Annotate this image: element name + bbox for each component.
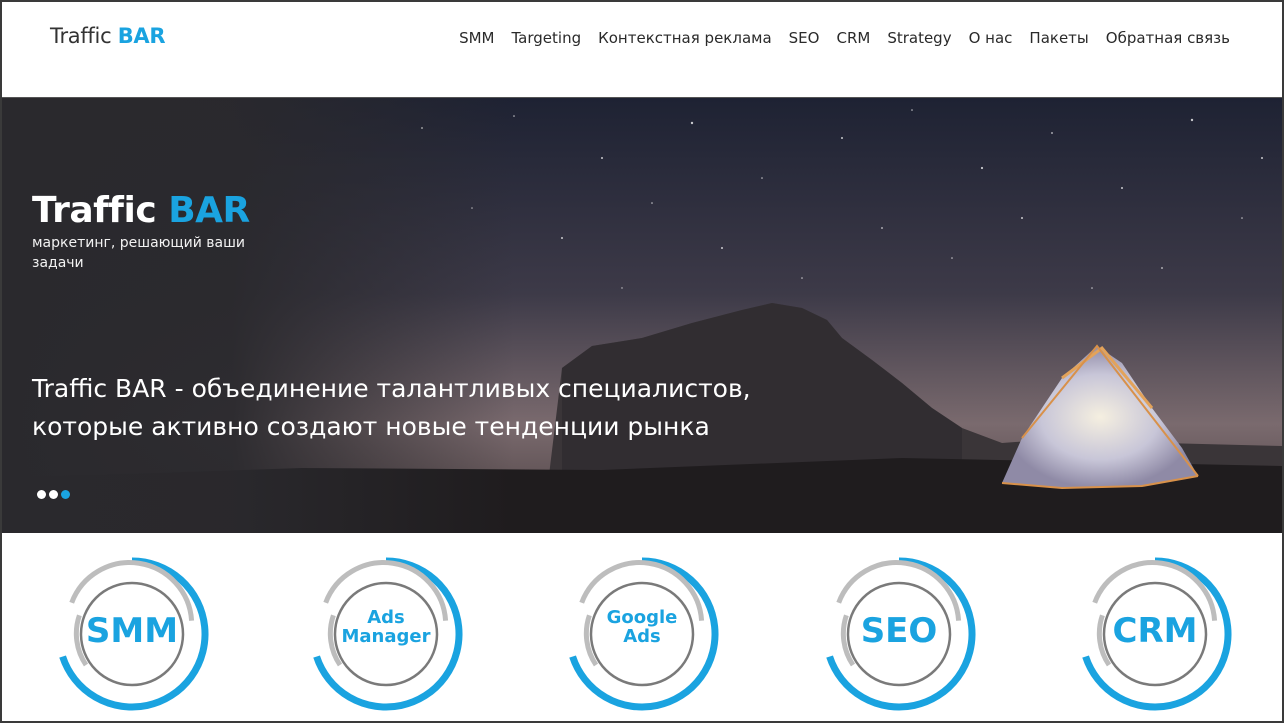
- service-crm[interactable]: CRM: [1075, 554, 1235, 714]
- service-label-line1: CRM: [1112, 611, 1198, 651]
- hero-title: Traffic BAR: [32, 190, 250, 231]
- slider-dot-2[interactable]: [49, 490, 58, 499]
- slider-dot-3[interactable]: [61, 490, 70, 499]
- service-label: Google Ads: [562, 608, 722, 646]
- service-ads-manager[interactable]: Ads Manager: [306, 554, 466, 714]
- nav-item-smm[interactable]: SMM: [459, 29, 494, 47]
- nav-item-packages[interactable]: Пакеты: [1029, 29, 1088, 47]
- services-section: SMM Ads Manager Google Ads SEO CRM: [2, 534, 1282, 721]
- service-label: SMM: [52, 611, 212, 651]
- nav-item-crm[interactable]: CRM: [836, 29, 870, 47]
- hero-title-text: Traffic: [32, 190, 157, 231]
- logo-text: Traffic: [50, 24, 112, 48]
- service-label-line1: SEO: [860, 611, 938, 651]
- service-label-line2: Manager: [341, 626, 431, 647]
- service-label-line1: SMM: [85, 611, 179, 651]
- service-label-line1: Google: [606, 607, 678, 628]
- nav-item-context-ads[interactable]: Контекстная реклама: [598, 29, 772, 47]
- hero-background-image: [2, 98, 1282, 533]
- service-label-line2: Ads: [623, 626, 661, 647]
- hero-subtitle: маркетинг, решающий ваши задачи: [32, 235, 246, 271]
- logo-accent: BAR: [117, 24, 166, 48]
- site-logo[interactable]: Traffic BAR: [50, 24, 166, 48]
- slider-dot-1[interactable]: [37, 490, 46, 499]
- site-header: Traffic BAR SMM Targeting Контекстная ре…: [2, 2, 1282, 98]
- slider-dots: [37, 490, 70, 499]
- nav-item-strategy[interactable]: Strategy: [887, 29, 951, 47]
- nav-item-about[interactable]: О нас: [969, 29, 1013, 47]
- nav-item-feedback[interactable]: Обратная связь: [1106, 29, 1230, 47]
- service-label: SEO: [819, 611, 979, 651]
- service-smm[interactable]: SMM: [52, 554, 212, 714]
- service-label-line1: Ads: [367, 607, 405, 628]
- service-label: CRM: [1075, 611, 1235, 651]
- page-frame: Traffic BAR SMM Targeting Контекстная ре…: [0, 0, 1284, 723]
- service-google-ads[interactable]: Google Ads: [562, 554, 722, 714]
- service-label: Ads Manager: [306, 608, 466, 646]
- nav-item-targeting[interactable]: Targeting: [512, 29, 582, 47]
- main-nav: SMM Targeting Контекстная реклама SEO CR…: [459, 29, 1230, 47]
- hero-slider: Traffic BAR маркетинг, решающий ваши зад…: [2, 98, 1282, 533]
- service-seo[interactable]: SEO: [819, 554, 979, 714]
- hero-description: Traffic BAR - объединение талантливых сп…: [32, 374, 751, 441]
- nav-item-seo[interactable]: SEO: [789, 29, 820, 47]
- hero-title-accent: BAR: [168, 190, 250, 231]
